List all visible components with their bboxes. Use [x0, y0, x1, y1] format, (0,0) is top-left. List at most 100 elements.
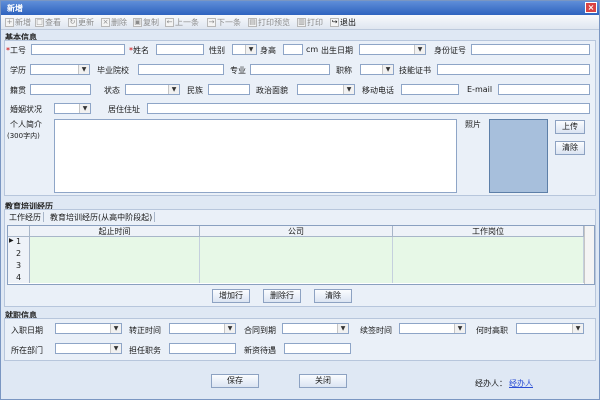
duty-input[interactable] — [169, 343, 236, 354]
employee-form-window: 新增 × + 新增 □ 查看 ↻ 更新 × 删除 ▣ 复制 ← 上一条 → 下一条 ▤ 打印预览… — [0, 0, 600, 400]
close-button[interactable]: 关闭 — [299, 374, 347, 388]
company-cell[interactable] — [200, 261, 393, 273]
save-button[interactable]: 保存 — [211, 374, 259, 388]
experience-tabs: 工作经历 教育培训经历(从高中阶段起) — [7, 212, 156, 222]
view-icon: □ — [35, 18, 44, 27]
delete-row-button[interactable]: 删除行 — [263, 289, 301, 303]
toolbar-next[interactable]: → 下一条 — [207, 17, 241, 28]
clear-grid-button[interactable]: 清除 — [314, 289, 352, 303]
email-input[interactable] — [498, 84, 590, 95]
id-card-label: 身份证号 — [434, 46, 466, 55]
major-label: 专业 — [230, 66, 246, 75]
professional-title-select[interactable] — [360, 64, 394, 75]
renew-date-label: 续签时间 — [360, 326, 392, 335]
tab-work-experience[interactable]: 工作经历 — [7, 212, 44, 222]
grid-scrollbar[interactable] — [584, 226, 594, 284]
copy-icon: ▣ — [133, 18, 142, 27]
marital-status-label: 婚姻状况 — [10, 105, 42, 114]
political-status-select[interactable] — [297, 84, 355, 95]
toolbar-exit[interactable]: ↪ 退出 — [330, 17, 356, 28]
position-cell[interactable] — [393, 249, 584, 261]
company-cell[interactable] — [200, 273, 393, 283]
mobile-phone-label: 移动电话 — [362, 86, 394, 95]
company-cell[interactable] — [200, 249, 393, 261]
previous-icon: ← — [165, 18, 174, 27]
table-row[interactable]: 4 — [8, 273, 584, 283]
professional-title-label: 职称 — [336, 66, 352, 75]
row-number: 3 — [8, 261, 30, 273]
birth-date-select[interactable] — [359, 44, 426, 55]
contract-expiry-label: 合同到期 — [244, 326, 276, 335]
toolbar-copy[interactable]: ▣ 复制 — [133, 17, 159, 28]
handler-link[interactable]: 经办人 — [509, 378, 533, 389]
tab-education-training[interactable]: 教育培训经历(从高中阶段起) — [48, 212, 156, 222]
table-row[interactable]: 2 — [8, 249, 584, 261]
title-bar: 新增 × — [1, 1, 599, 15]
clear-photo-button[interactable]: 清除 — [555, 141, 585, 155]
print-preview-icon: ▤ — [248, 18, 257, 27]
experience-grid: 起止时间 公司 工作岗位 ▶ 1 2 3 4 — [7, 225, 595, 285]
department-select[interactable] — [55, 343, 122, 354]
toolbar-print[interactable]: ▥ 打印 — [297, 17, 323, 28]
personal-intro-textarea[interactable] — [54, 119, 457, 193]
promotion-date-select[interactable] — [516, 323, 584, 334]
row-number: 2 — [8, 249, 30, 261]
toolbar-print-preview[interactable]: ▤ 打印预览 — [248, 17, 290, 28]
gender-select[interactable] — [232, 44, 257, 55]
native-place-input[interactable] — [30, 84, 91, 95]
intro-note: (300字内) — [7, 132, 40, 140]
contract-expiry-select[interactable] — [282, 323, 349, 334]
toolbar-print-label: 打印 — [307, 18, 323, 27]
school-label: 毕业院校 — [97, 66, 129, 75]
photo-label: 照片 — [465, 120, 481, 129]
height-input[interactable] — [283, 44, 303, 55]
table-row[interactable]: ▶ 1 — [8, 237, 584, 249]
regular-date-select[interactable] — [169, 323, 236, 334]
address-input[interactable] — [147, 103, 590, 114]
skill-certificate-input[interactable] — [437, 64, 590, 75]
salary-input[interactable] — [284, 343, 351, 354]
name-input[interactable] — [156, 44, 204, 55]
school-input[interactable] — [138, 64, 224, 75]
native-place-label: 籍贯 — [10, 86, 26, 95]
toolbar-new[interactable]: + 新增 — [5, 17, 31, 28]
position-cell[interactable] — [393, 261, 584, 273]
period-cell[interactable] — [30, 249, 200, 261]
upload-photo-button[interactable]: 上传 — [555, 120, 585, 134]
id-card-input[interactable] — [471, 44, 590, 55]
period-cell[interactable] — [30, 273, 200, 283]
close-window-button[interactable]: × — [585, 2, 597, 13]
renew-date-select[interactable] — [399, 323, 466, 334]
toolbar-refresh[interactable]: ↻ 更新 — [68, 17, 94, 28]
table-row[interactable]: 3 — [8, 261, 584, 273]
toolbar-previous[interactable]: ← 上一条 — [165, 17, 199, 28]
position-cell[interactable] — [393, 237, 584, 249]
company-cell[interactable] — [200, 237, 393, 249]
status-select[interactable] — [125, 84, 180, 95]
address-label: 居住住址 — [108, 105, 140, 114]
refresh-icon: ↻ — [68, 18, 77, 27]
toolbar-delete-label: 删除 — [111, 18, 127, 27]
toolbar-delete[interactable]: × 删除 — [101, 17, 127, 28]
toolbar-refresh-label: 更新 — [78, 18, 94, 27]
employee-id-input[interactable] — [31, 44, 125, 55]
toolbar-copy-label: 复制 — [143, 18, 159, 27]
email-label: E-mail — [467, 85, 493, 94]
add-row-button[interactable]: 增加行 — [212, 289, 250, 303]
period-cell[interactable] — [30, 237, 200, 249]
next-icon: → — [207, 18, 216, 27]
ethnic-label: 民族 — [187, 86, 203, 95]
education-select[interactable] — [30, 64, 90, 75]
toolbar-view[interactable]: □ 查看 — [35, 17, 61, 28]
ethnic-input[interactable] — [208, 84, 250, 95]
major-input[interactable] — [250, 64, 330, 75]
position-cell[interactable] — [393, 273, 584, 283]
entry-date-select[interactable] — [55, 323, 122, 334]
intro-label: 个人简介 — [10, 120, 42, 129]
marital-status-select[interactable] — [54, 103, 91, 114]
department-label: 所在部门 — [11, 346, 43, 355]
period-cell[interactable] — [30, 261, 200, 273]
toolbar: + 新增 □ 查看 ↻ 更新 × 删除 ▣ 复制 ← 上一条 → 下一条 ▤ 打印预览 ▥ 打印 … — [1, 15, 599, 30]
entry-date-label: 入职日期 — [11, 326, 43, 335]
mobile-phone-input[interactable] — [401, 84, 459, 95]
